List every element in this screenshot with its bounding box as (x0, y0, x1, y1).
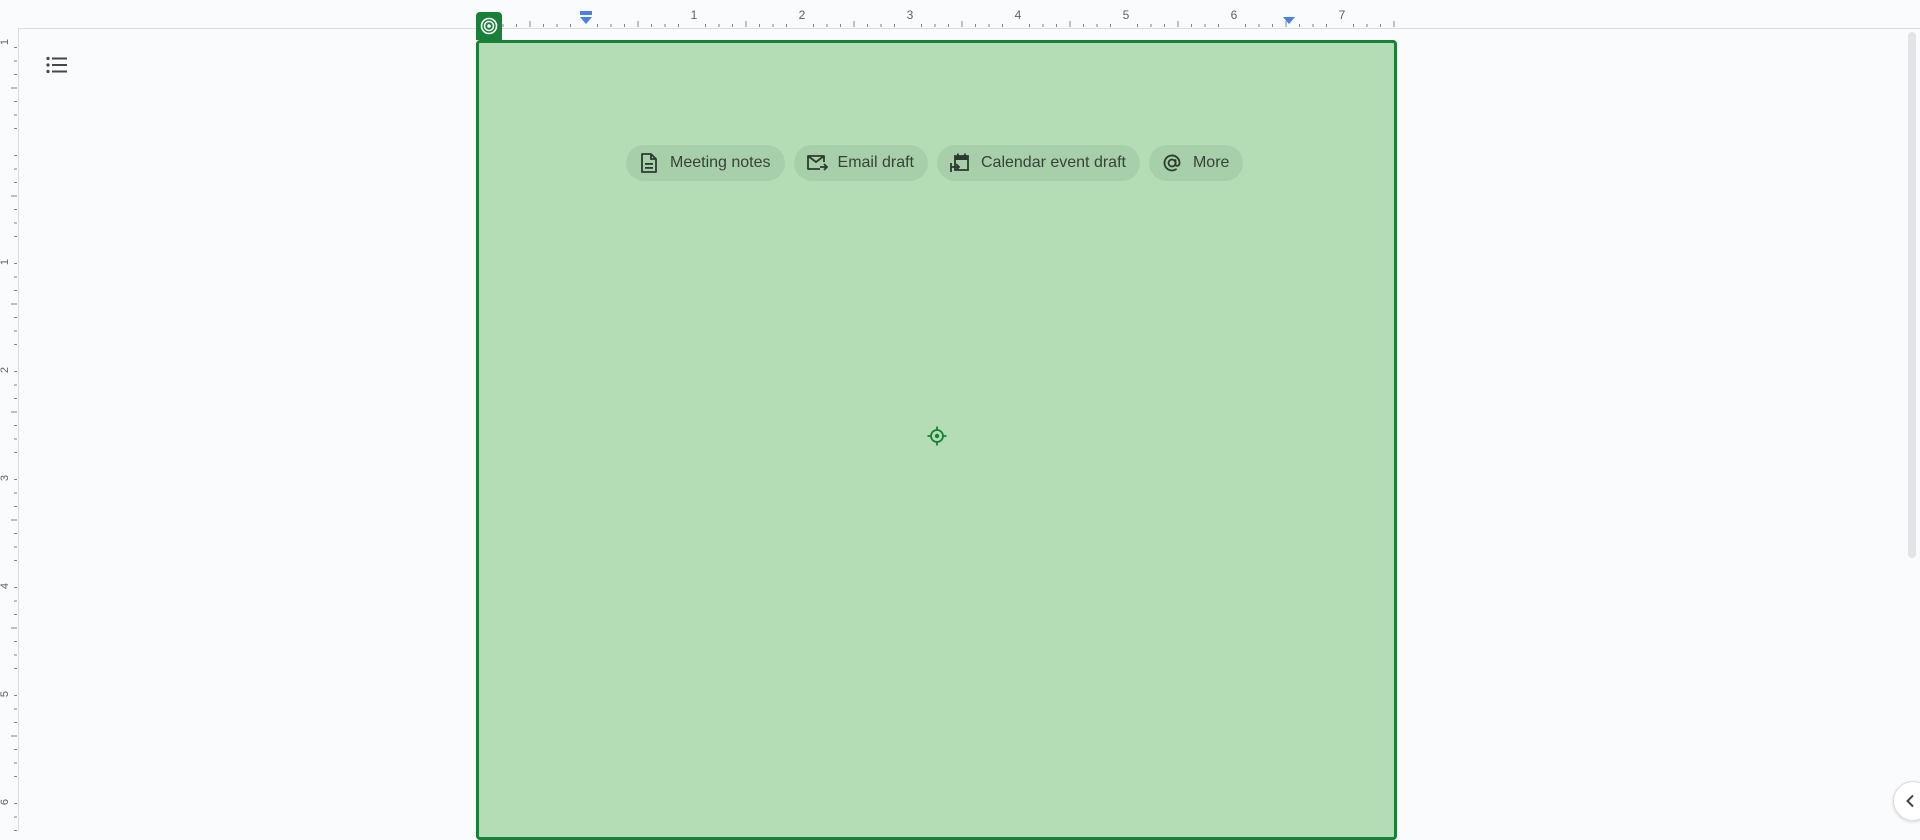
meeting-notes-chip[interactable]: Meeting notes (626, 145, 785, 181)
chip-label: Calendar event draft (980, 154, 1126, 171)
ruler-label: 1 (691, 8, 698, 22)
target-icon (480, 17, 498, 35)
list-icon (46, 56, 67, 74)
left-indent-marker[interactable] (578, 11, 594, 25)
side-panel-toggle-button[interactable] (1893, 781, 1920, 821)
right-indent-marker[interactable] (1281, 16, 1297, 26)
ruler-label: 4 (0, 583, 11, 589)
ruler-label: 6 (0, 799, 11, 805)
placeholder-badge[interactable] (476, 12, 502, 40)
ruler-label: 1 (0, 39, 11, 45)
scrollbar-thumb[interactable] (1908, 32, 1916, 558)
vertical-ruler: 1 1 2 3 4 5 6 (0, 28, 19, 831)
horizontal-ruler-ticks: 1 2 3 4 5 6 7 (489, 8, 1395, 27)
ruler-label: 2 (0, 367, 11, 373)
vertical-scrollbar[interactable] (1904, 28, 1920, 831)
chip-label: Meeting notes (670, 154, 771, 171)
more-chip[interactable]: More (1148, 145, 1244, 181)
crosshair-icon (927, 426, 947, 446)
chevron-left-icon (1906, 794, 1914, 808)
email-draft-chip[interactable]: Email draft (793, 145, 928, 181)
ruler-label: 1 (0, 259, 11, 265)
calendar-arrow-icon (950, 153, 969, 172)
chip-label: Email draft (837, 154, 914, 171)
at-sign-icon (1163, 154, 1181, 172)
document-outline-button[interactable] (42, 50, 72, 80)
ruler-label: 5 (0, 691, 11, 697)
mail-send-icon (806, 155, 828, 171)
ruler-label: 6 (1231, 8, 1238, 22)
horizontal-ruler[interactable]: 1 2 3 4 5 6 7 (0, 0, 1920, 29)
ruler-label: 7 (1339, 8, 1346, 22)
calendar-event-draft-chip[interactable]: Calendar event draft (936, 145, 1140, 181)
template-chips: Meeting notes Email draft Calendar event… (626, 145, 1244, 181)
ruler-label: 3 (0, 475, 11, 481)
vertical-ruler-ticks: 1 1 2 3 4 5 6 (0, 39, 17, 831)
ruler-label: 3 (907, 8, 914, 22)
ruler-label: 5 (1123, 8, 1130, 22)
ruler-label: 2 (799, 8, 806, 22)
chip-label: More (1192, 154, 1230, 171)
ruler-label: 4 (1015, 8, 1022, 22)
center-anchor (927, 426, 947, 446)
document-icon (641, 153, 657, 173)
